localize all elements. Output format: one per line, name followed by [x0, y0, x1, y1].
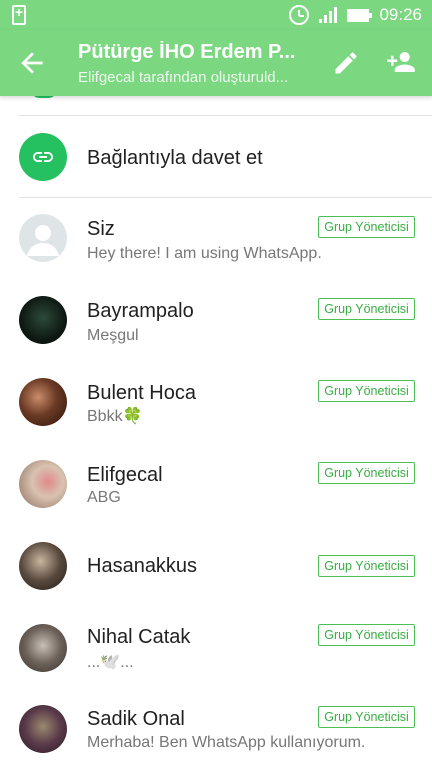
- member-status: ABG: [87, 489, 121, 506]
- member-row[interactable]: Bayrampalo Meşgul Grup Yöneticisi: [0, 280, 432, 360]
- link-icon: [19, 133, 67, 181]
- member-name: Siz: [87, 218, 115, 240]
- group-admin-badge: Grup Yöneticisi: [318, 462, 415, 484]
- group-admin-badge: Grup Yöneticisi: [318, 298, 415, 320]
- member-name: Nihal Catak: [87, 626, 191, 648]
- status-bar: 09:26: [0, 0, 432, 30]
- member-status: Hey there! I am using WhatsApp.: [87, 245, 322, 262]
- member-row[interactable]: Hasanakkus Grup Yöneticisi: [0, 526, 432, 606]
- member-name: Bayrampalo: [87, 300, 194, 322]
- signal-icon: [319, 7, 338, 23]
- divider: [19, 115, 432, 116]
- member-avatar: [19, 705, 67, 753]
- member-name: Bulent Hoca: [87, 382, 196, 404]
- member-row[interactable]: Elifgecal ABG Grup Yöneticisi: [0, 444, 432, 524]
- group-admin-badge: Grup Yöneticisi: [318, 216, 415, 238]
- clock: 09:26: [379, 5, 422, 24]
- member-row[interactable]: Nihal Catak ...🕊️... Grup Yöneticisi: [0, 608, 432, 688]
- member-name: Hasanakkus: [87, 555, 198, 577]
- member-row[interactable]: Sadik Onal Merhaba! Ben WhatsApp kullanı…: [0, 690, 432, 768]
- default-avatar-icon: [19, 214, 67, 262]
- group-admin-badge: Grup Yöneticisi: [318, 555, 415, 577]
- back-arrow-icon[interactable]: [16, 47, 48, 79]
- group-title[interactable]: Pütürge İHO Erdem P...: [78, 41, 308, 64]
- member-status: Bbkk🍀: [87, 408, 143, 425]
- member-avatar: [19, 542, 67, 590]
- group-admin-badge: Grup Yöneticisi: [318, 706, 415, 728]
- alarm-icon: [289, 5, 310, 25]
- member-avatar: [19, 378, 67, 426]
- member-avatar: [19, 624, 67, 672]
- member-status: Merhaba! Ben WhatsApp kullanıyorum.: [87, 734, 366, 751]
- app-bar: Pütürge İHO Erdem P... Elifgecal tarafın…: [0, 30, 432, 96]
- group-subtitle: Elifgecal tarafından oluşturuld...: [78, 69, 289, 86]
- member-row[interactable]: Bulent Hoca Bbkk🍀 Grup Yöneticisi: [0, 362, 432, 442]
- member-name: Sadik Onal: [87, 708, 185, 730]
- member-name: Elifgecal: [87, 464, 163, 486]
- group-admin-badge: Grup Yöneticisi: [318, 624, 415, 646]
- member-row[interactable]: Siz Hey there! I am using WhatsApp. Grup…: [0, 198, 432, 278]
- member-status: ...🕊️...: [87, 654, 134, 671]
- member-avatar: [19, 296, 67, 344]
- member-status: Meşgul: [87, 327, 139, 344]
- battery-charging-icon: [12, 4, 26, 25]
- member-avatar: [19, 460, 67, 508]
- invite-via-link-row[interactable]: Bağlantıyla davet et: [0, 118, 432, 198]
- battery-icon: [347, 8, 373, 22]
- group-admin-badge: Grup Yöneticisi: [318, 380, 415, 402]
- add-participant-icon[interactable]: [384, 47, 418, 77]
- invite-via-link-label: Bağlantıyla davet et: [87, 147, 263, 169]
- edit-pencil-icon[interactable]: [332, 49, 360, 77]
